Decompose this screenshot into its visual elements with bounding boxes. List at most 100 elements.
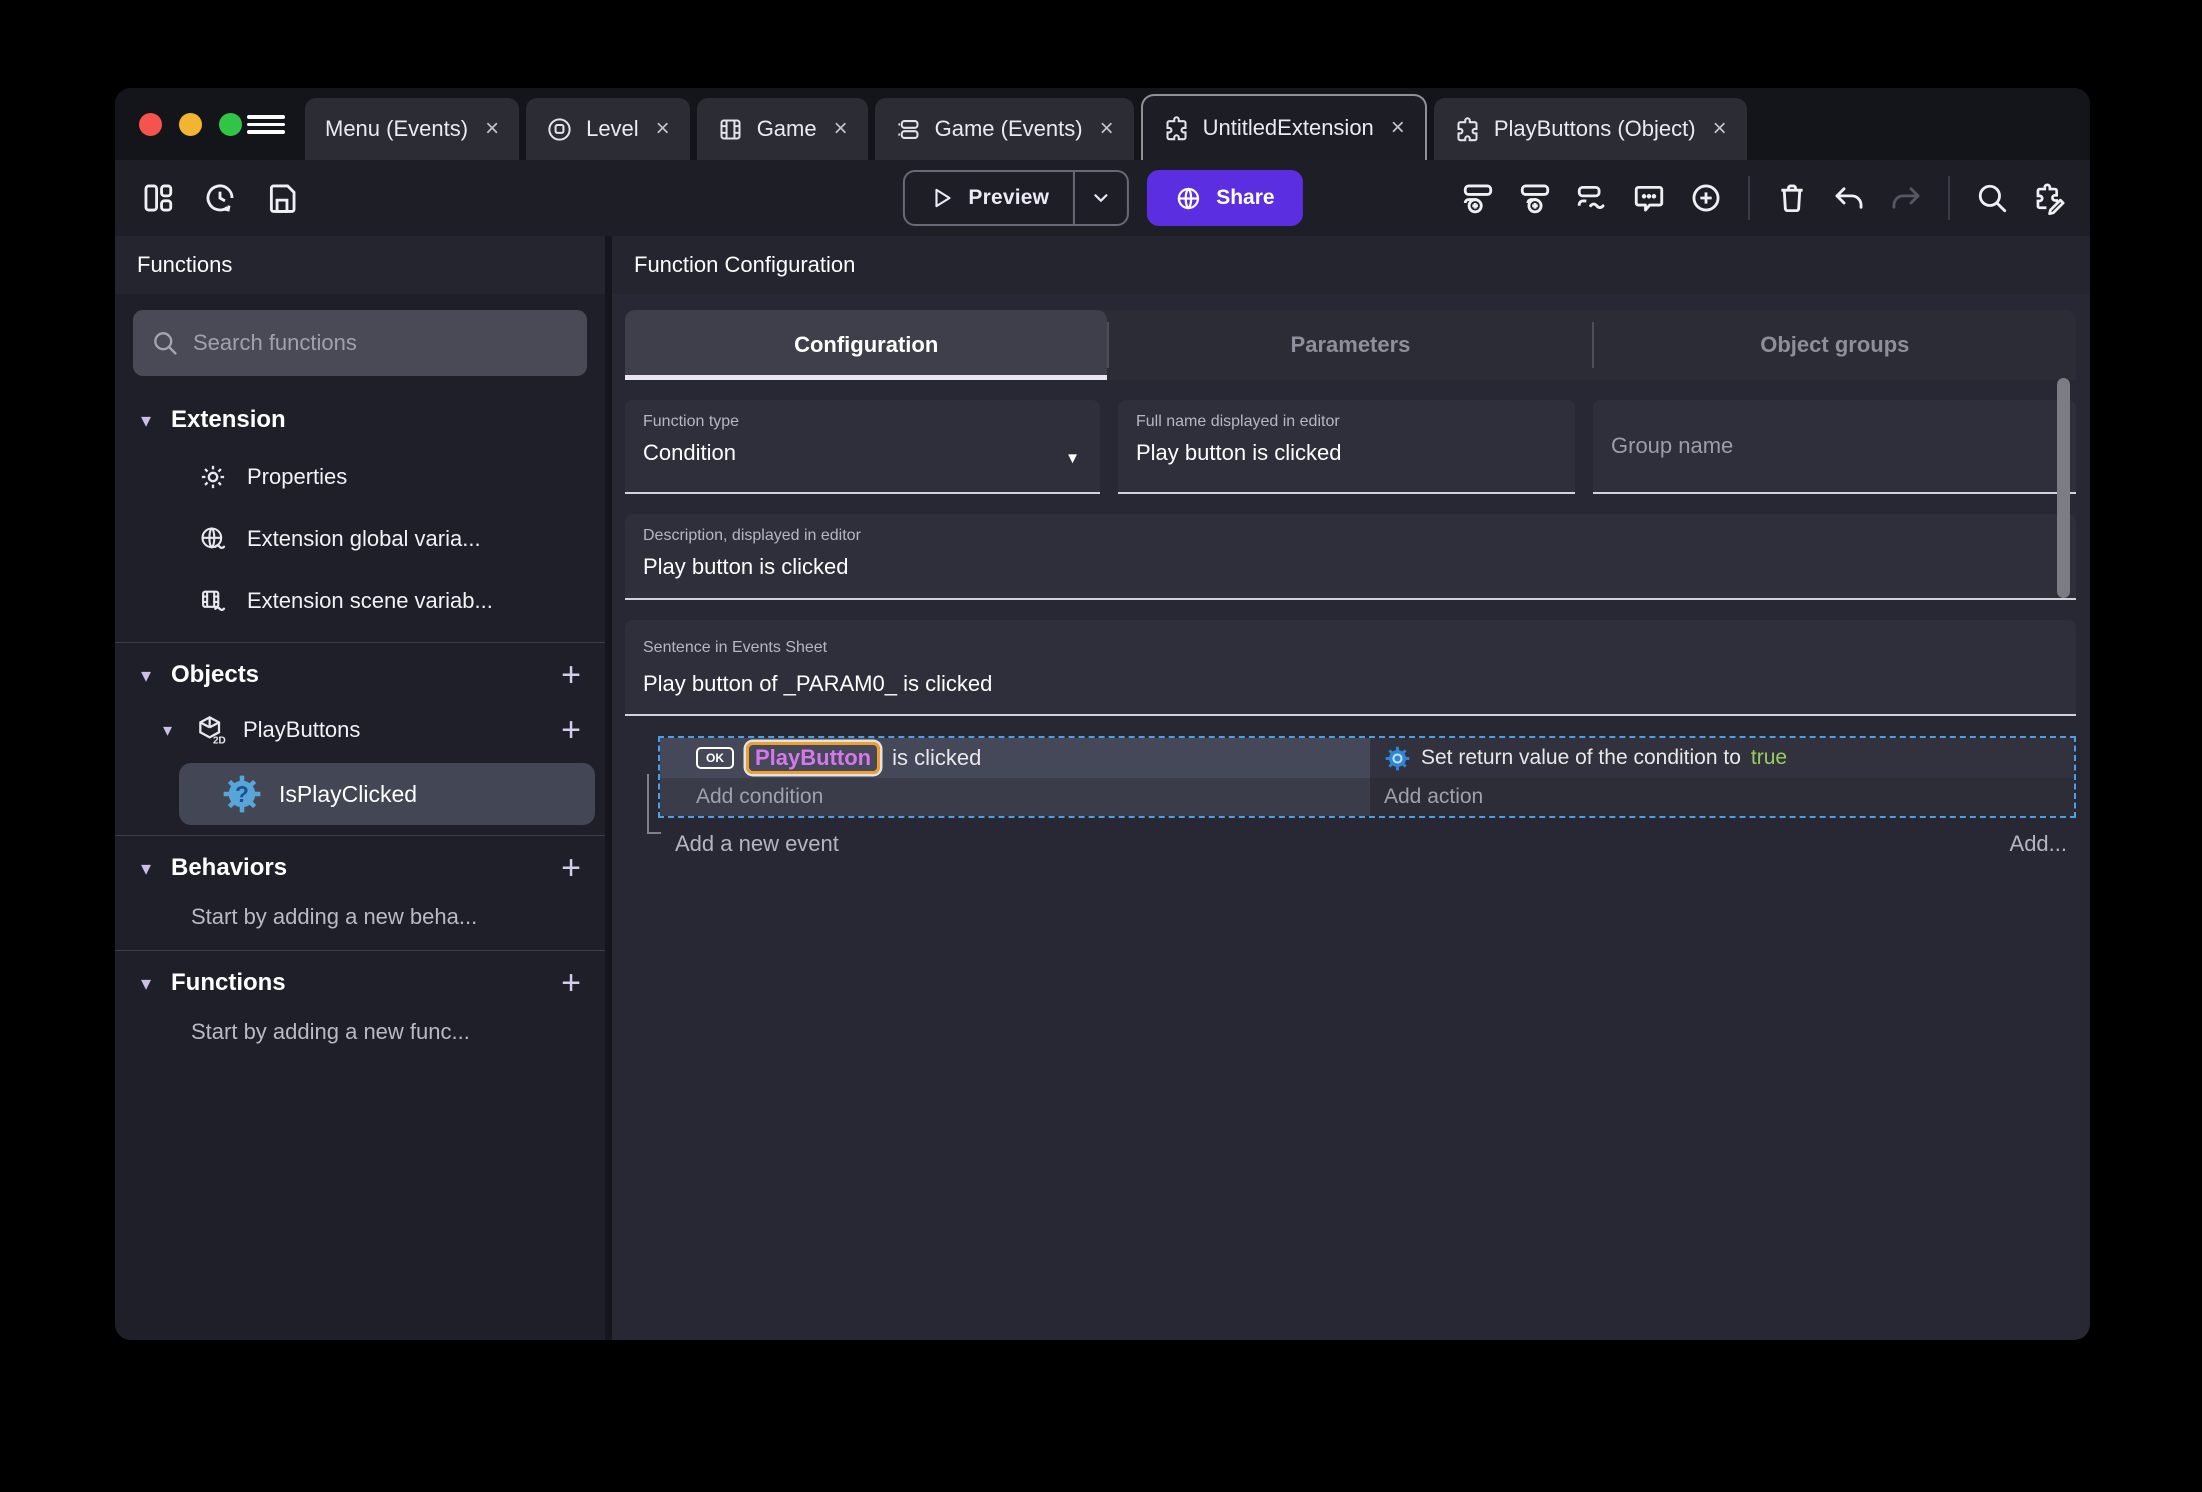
tab-close-icon[interactable]: ×	[485, 115, 499, 143]
condition-row[interactable]: OK PlayButton is clicked	[660, 738, 1370, 778]
vertical-scrollbar[interactable]	[2057, 378, 2070, 598]
function-configuration-panel: Function Configuration Configuration Par…	[612, 236, 2090, 1340]
section-behaviors[interactable]: ▾ Behaviors +	[115, 842, 605, 894]
tab-close-icon[interactable]: ×	[1100, 115, 1114, 143]
sentence-field[interactable]: Sentence in Events Sheet	[625, 620, 2076, 716]
add-object-button[interactable]: +	[557, 658, 585, 692]
window-controls	[139, 113, 242, 136]
tab-close-icon[interactable]: ×	[656, 115, 670, 143]
editor-tabs: Menu (Events) × Level × Game × Game (Eve…	[305, 94, 1747, 160]
sidebar-item-extension-global-variables[interactable]: Extension global varia...	[115, 508, 605, 570]
add-custom-event-icon[interactable]	[1575, 181, 1609, 215]
sidebar-divider	[115, 835, 605, 836]
minimize-window-button[interactable]	[179, 113, 202, 136]
functions-sidebar: Functions ▾ Extension Propert	[115, 236, 605, 1340]
maximize-window-button[interactable]	[219, 113, 242, 136]
add-event-icon[interactable]	[1461, 181, 1495, 215]
add-behavior-button[interactable]: +	[557, 851, 585, 885]
preview-options-button[interactable]	[1075, 172, 1127, 224]
chevron-down-icon[interactable]: ▾	[141, 663, 171, 688]
tab-label: Game (Events)	[934, 116, 1083, 141]
comment-icon[interactable]	[1632, 181, 1666, 215]
add-condition-button[interactable]: Add condition	[660, 778, 1370, 816]
object-2d-cube-icon: 2D	[195, 714, 227, 746]
history-icon[interactable]	[203, 181, 237, 215]
action-row[interactable]: Set return value of the condition to tru…	[1370, 738, 2074, 778]
configuration-tabs: Configuration Parameters Object groups	[625, 310, 2076, 380]
sidebar-item-isplayclicked[interactable]: ? IsPlayClicked	[179, 763, 595, 825]
trash-icon[interactable]	[1775, 181, 1809, 215]
group-name-input[interactable]	[1611, 433, 2058, 459]
tab-label: Game	[756, 116, 817, 141]
gear-icon	[199, 463, 227, 491]
add-action-label: Add action	[1384, 785, 1484, 808]
section-functions[interactable]: ▾ Functions +	[115, 957, 605, 1009]
layout-icon[interactable]	[141, 181, 175, 215]
tab-close-icon[interactable]: ×	[1391, 114, 1405, 142]
full-name-input[interactable]	[1136, 440, 1557, 466]
tab-playbuttons-object[interactable]: PlayButtons (Object) ×	[1433, 98, 1747, 160]
puzzle-icon	[1163, 115, 1190, 142]
redo-icon[interactable]	[1889, 181, 1923, 215]
sentence-input[interactable]	[643, 671, 2058, 697]
search-icon[interactable]	[1975, 181, 2009, 215]
add-more-button[interactable]: Add...	[2010, 831, 2067, 857]
sidebar-item-extension-scene-variables[interactable]: Extension scene variab...	[115, 570, 605, 632]
tab-close-icon[interactable]: ×	[834, 115, 848, 143]
selected-event[interactable]: OK PlayButton is clicked Add condition S…	[658, 736, 2076, 818]
edit-extension-icon[interactable]	[2032, 181, 2066, 215]
sidebar-item-label: PlayButtons	[243, 717, 361, 742]
tab-configuration[interactable]: Configuration	[625, 310, 1108, 380]
toolbar-left-group	[141, 160, 299, 236]
chevron-down-icon[interactable]: ▾	[141, 856, 171, 881]
tab-label: Parameters	[1290, 332, 1411, 357]
add-function-button[interactable]: +	[557, 966, 585, 1000]
tab-level[interactable]: Level ×	[526, 98, 690, 160]
action-value[interactable]: true	[1751, 746, 1787, 770]
close-window-button[interactable]	[139, 113, 162, 136]
panel-seam	[605, 236, 612, 1340]
chevron-down-icon[interactable]: ▾	[141, 408, 171, 433]
chevron-down-icon[interactable]: ▾	[163, 720, 195, 741]
tab-parameters[interactable]: Parameters	[1109, 310, 1591, 380]
add-subevent-icon[interactable]	[1518, 181, 1552, 215]
sidebar-item-properties[interactable]: Properties	[115, 446, 605, 508]
section-objects[interactable]: ▾ Objects +	[115, 649, 605, 701]
section-extension[interactable]: ▾ Extension	[115, 394, 605, 446]
add-object-function-button[interactable]: +	[557, 713, 585, 747]
function-type-label: Function type	[643, 413, 740, 430]
add-action-button[interactable]: Add action	[1370, 778, 2074, 816]
undo-icon[interactable]	[1832, 181, 1866, 215]
tab-object-groups[interactable]: Object groups	[1594, 310, 2076, 380]
action-text: Set return value of the condition to	[1421, 746, 1741, 769]
save-icon[interactable]	[265, 181, 299, 215]
play-icon	[928, 185, 954, 211]
toolbar-right-group	[1461, 160, 2066, 236]
share-button[interactable]: Share	[1147, 170, 1303, 226]
description-input[interactable]	[643, 554, 2058, 580]
conditions-column: OK PlayButton is clicked Add condition	[660, 738, 1370, 816]
sidebar-item-playbuttons[interactable]: ▾ 2D PlayButtons +	[115, 701, 605, 759]
tab-game[interactable]: Game ×	[696, 98, 868, 160]
add-new-event-button[interactable]: Add a new event	[675, 831, 839, 857]
tab-untitled-extension[interactable]: UntitledExtension ×	[1140, 94, 1427, 160]
condition-object-chip[interactable]: PlayButton	[746, 742, 881, 774]
tab-menu-events[interactable]: Menu (Events) ×	[305, 98, 520, 160]
search-functions-box[interactable]	[133, 310, 587, 376]
share-label: Share	[1216, 186, 1275, 209]
tab-game-events[interactable]: Game (Events) ×	[874, 98, 1134, 160]
sidebar-item-label: IsPlayClicked	[279, 780, 418, 807]
add-circle-icon[interactable]	[1689, 181, 1723, 215]
tab-close-icon[interactable]: ×	[1713, 115, 1727, 143]
condition-text: is clicked	[892, 745, 982, 770]
group-name-field[interactable]	[1593, 400, 2076, 494]
description-field[interactable]: Description, displayed in editor	[625, 514, 2076, 600]
preview-button[interactable]: Preview	[902, 170, 1130, 226]
globe-variable-icon	[199, 525, 227, 553]
search-functions-input[interactable]	[193, 330, 569, 356]
chevron-down-icon[interactable]: ▾	[141, 971, 171, 996]
main-menu-icon[interactable]	[247, 115, 285, 134]
function-type-select[interactable]: Function type Condition ▼	[625, 400, 1100, 494]
window-tab-bar: Menu (Events) × Level × Game × Game (Eve…	[115, 88, 2090, 160]
full-name-field[interactable]: Full name displayed in editor	[1118, 400, 1575, 494]
